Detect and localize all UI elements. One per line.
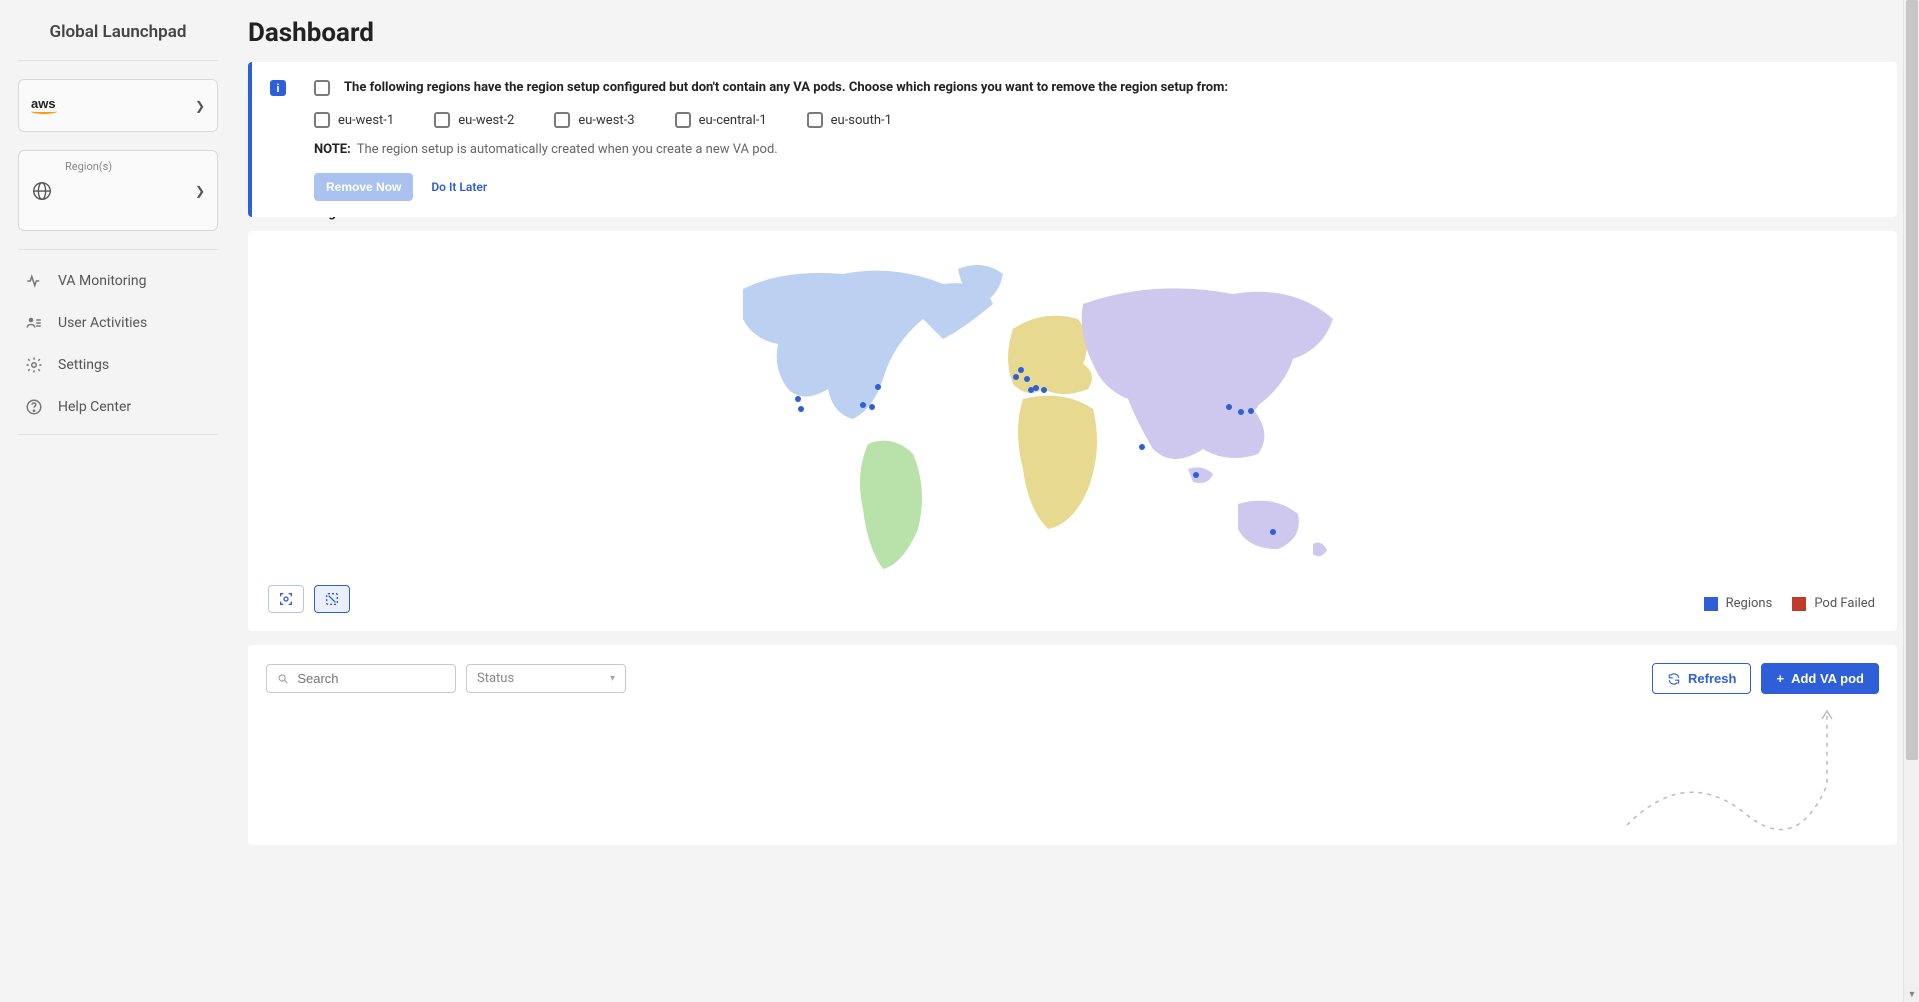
region-dot[interactable] — [1139, 444, 1145, 450]
region-dot[interactable] — [798, 406, 804, 412]
monitor-icon — [24, 272, 44, 290]
region-option[interactable]: eu-central-1 — [675, 112, 767, 128]
region-dot[interactable] — [1270, 529, 1276, 535]
map-tools — [268, 585, 350, 613]
account-selector[interactable]: aws 059356112352 ❯ — [18, 79, 218, 132]
checkbox[interactable] — [554, 112, 570, 128]
nav-va-monitoring[interactable]: VA Monitoring — [18, 260, 218, 302]
scroll-thumb[interactable] — [1906, 0, 1918, 760]
help-icon — [24, 398, 44, 416]
region-dot[interactable] — [1238, 409, 1244, 415]
refresh-icon — [1667, 672, 1681, 686]
legend-item: Pod Failed — [1792, 596, 1875, 611]
world-map-card: Regions Pod Failed — [248, 231, 1897, 631]
region-dot[interactable] — [1248, 408, 1254, 414]
map-deselect-button[interactable] — [314, 585, 350, 613]
nav-label: Settings — [58, 357, 109, 373]
notice-note: NOTE:The region setup is automatically c… — [314, 142, 1875, 157]
region-cleanup-notice: i The following regions have the region … — [248, 62, 1897, 217]
chevron-right-icon: ❯ — [195, 184, 205, 198]
checkbox[interactable] — [434, 112, 450, 128]
map-focus-button[interactable] — [268, 585, 304, 613]
globe-icon — [31, 180, 53, 202]
chevron-down-icon: ▾ — [610, 673, 615, 684]
nav-settings[interactable]: Settings — [18, 344, 218, 386]
map-region-dots — [683, 249, 1463, 579]
plus-icon: + — [1776, 671, 1784, 686]
nav-section: VA Monitoring User Activities Settings H… — [18, 249, 218, 428]
info-icon: i — [270, 80, 286, 96]
nav-label: VA Monitoring — [58, 273, 147, 289]
sidebar: Global Launchpad aws 059356112352 ❯ Regi… — [0, 0, 236, 1002]
remove-now-button[interactable]: Remove Now — [314, 173, 413, 201]
search-input[interactable] — [297, 671, 445, 686]
checkbox[interactable] — [675, 112, 691, 128]
status-label: Status — [477, 671, 514, 686]
region-dot[interactable] — [1226, 404, 1232, 410]
user-list-icon — [24, 314, 44, 332]
region-dot[interactable] — [860, 402, 866, 408]
region-dot[interactable] — [1024, 376, 1030, 382]
region-dot[interactable] — [1013, 374, 1019, 380]
region-dot[interactable] — [1041, 387, 1047, 393]
region-dot[interactable] — [795, 396, 801, 402]
region-option[interactable]: eu-west-1 — [314, 112, 394, 128]
region-dot[interactable] — [875, 384, 881, 390]
pods-table-card: Status ▾ Refresh + Add VA pod — [248, 645, 1897, 845]
region-option[interactable]: eu-west-3 — [554, 112, 634, 128]
region-dot[interactable] — [1033, 385, 1039, 391]
region-checkbox-row: eu-west-1 eu-west-2 eu-west-3 eu-central… — [314, 112, 1875, 128]
aws-icon: aws — [31, 97, 57, 114]
nav-label: Help Center — [58, 399, 131, 415]
nav-label: User Activities — [58, 315, 147, 331]
chevron-right-icon: ❯ — [195, 99, 205, 113]
add-va-pod-button[interactable]: + Add VA pod — [1761, 663, 1879, 694]
region-option[interactable]: eu-west-2 — [434, 112, 514, 128]
search-input-wrap[interactable] — [266, 664, 456, 693]
select-all-checkbox[interactable] — [314, 80, 330, 96]
legend-item: Regions — [1704, 596, 1773, 611]
vertical-scrollbar[interactable]: ▲ ▼ — [1903, 0, 1919, 1002]
notice-heading: The following regions have the region se… — [344, 80, 1228, 95]
status-select[interactable]: Status ▾ — [466, 664, 626, 693]
checkbox[interactable] — [314, 112, 330, 128]
map-legend: Regions Pod Failed — [1704, 596, 1875, 611]
brand-title: Global Launchpad — [18, 0, 218, 61]
world-map[interactable] — [266, 249, 1879, 579]
region-dot[interactable] — [1018, 367, 1024, 373]
main-content: Dashboard i The following regions have t… — [248, 0, 1919, 845]
do-it-later-link[interactable]: Do It Later — [431, 180, 487, 194]
checkbox[interactable] — [807, 112, 823, 128]
region-selector[interactable]: Region(s) Select Region ❯ — [18, 150, 218, 231]
nav-user-activities[interactable]: User Activities — [18, 302, 218, 344]
search-icon — [277, 672, 289, 686]
gear-icon — [24, 356, 44, 374]
nav-help-center[interactable]: Help Center — [18, 386, 218, 428]
region-dot[interactable] — [1193, 472, 1199, 478]
scroll-down-arrow[interactable]: ▼ — [1904, 986, 1919, 1002]
refresh-button[interactable]: Refresh — [1652, 663, 1751, 694]
region-option[interactable]: eu-south-1 — [807, 112, 892, 128]
region-dot[interactable] — [869, 404, 875, 410]
page-title: Dashboard — [248, 18, 1897, 48]
decorative-path — [1617, 705, 1877, 845]
